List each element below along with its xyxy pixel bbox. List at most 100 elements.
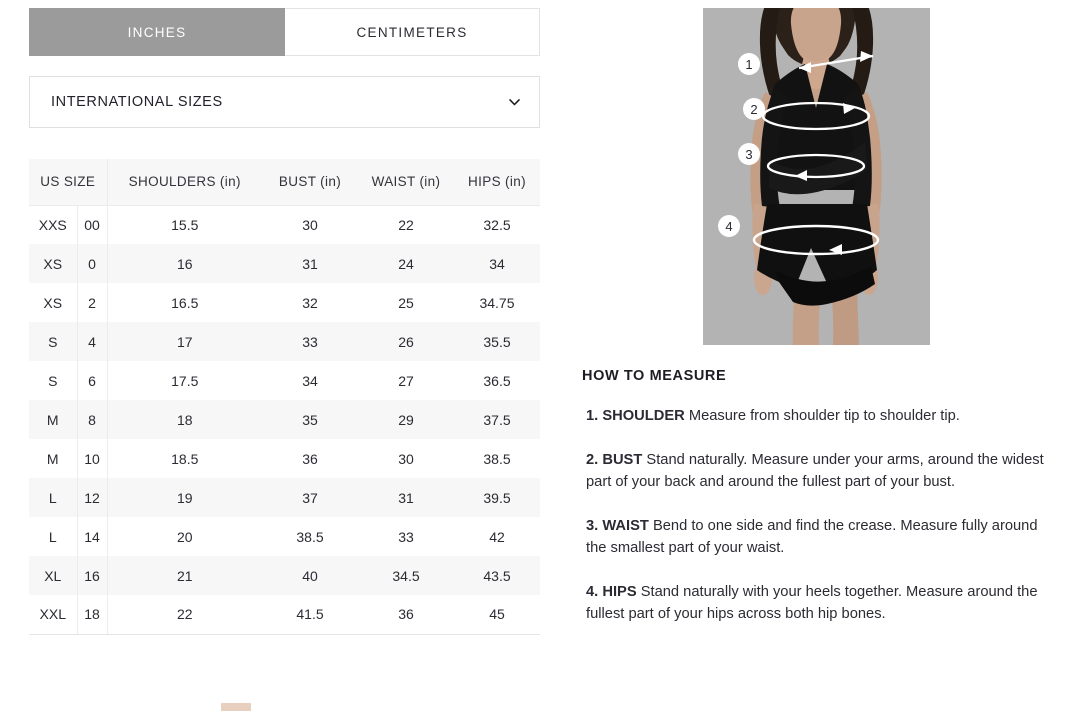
cell-hips: 32.5 [483,216,511,233]
cell-hips: 38.5 [483,450,511,467]
cell-us-alpha: M [29,439,78,478]
cell-bust: 37 [302,489,318,506]
measure-instruction: 4. HIPS Stand naturally with your heels … [582,581,1052,626]
cell-bust: 32 [302,294,318,311]
cell-us-alpha: L [29,517,78,556]
bottom-product-image-sliver-right [256,703,289,711]
tab-inches-label: INCHES [127,24,187,40]
tab-centimeters[interactable]: CENTIMETERS [285,8,540,56]
cell-us-alpha: M [29,400,78,439]
column-header-shoulders: SHOULDERS (in) [107,159,262,206]
cell-waist: 27 [398,372,414,389]
cell-hips: 34.75 [479,294,515,311]
cell-shoulders: 18 [176,411,193,428]
cell-shoulders: 22 [107,595,262,635]
cell-bust: 38.5 [296,528,324,545]
cell-shoulders: 19 [176,489,193,506]
table-row: M 8 18 35 29 37.5 [29,400,540,439]
bottom-product-image-sliver-left [221,703,251,711]
table-row: L 14 20 38.5 33 42 [29,517,540,556]
column-header-waist: WAIST (in) [358,159,454,206]
cell-waist: 25 [398,294,414,311]
cell-us-numeric: 4 [77,322,108,361]
cell-hips: 43.5 [483,567,511,584]
cell-hips: 37.5 [483,411,511,428]
cell-waist: 34.5 [392,567,420,584]
size-chart-panel: INCHES CENTIMETERS INTERNATIONAL SIZES U… [29,8,540,635]
cell-bust: 33 [302,333,318,350]
cell-waist: 30 [398,450,414,467]
cell-us-numeric: 14 [77,517,108,556]
measure-instruction-number: 2. [586,451,599,468]
cell-us-numeric: 18 [77,595,108,635]
cell-us-alpha: S [29,322,78,361]
column-header-us-size: US SIZE [29,159,108,206]
measure-instruction-number: 4. [586,583,599,600]
column-header-bust: BUST (in) [262,159,358,206]
cell-us-alpha: XXL [29,595,78,635]
table-row: XS 2 16.5 32 25 34.75 [29,283,540,322]
measure-instruction-term: BUST [602,451,643,468]
cell-shoulders: 16.5 [171,294,199,311]
size-guide-page: INCHES CENTIMETERS INTERNATIONAL SIZES U… [0,0,1080,711]
cell-hips: 42 [489,528,505,545]
cell-us-numeric: 8 [77,400,108,439]
cell-us-numeric: 12 [77,478,108,517]
cell-waist: 33 [398,528,414,545]
measure-instruction: 2. BUST Stand naturally. Measure under y… [582,449,1052,494]
svg-text:4: 4 [725,219,732,234]
measure-instruction-number: 3. [586,517,599,534]
cell-hips: 34 [489,255,505,272]
table-row: L 12 19 37 31 39.5 [29,478,540,517]
table-row: S 6 17.5 34 27 36.5 [29,361,540,400]
svg-text:3: 3 [745,147,752,162]
size-chart-table: US SIZE SHOULDERS (in) BUST (in) WAIST (… [29,159,540,635]
cell-us-numeric: 0 [77,244,108,283]
tab-centimeters-label: CENTIMETERS [356,24,468,40]
cell-us-alpha: XL [29,556,78,595]
table-row: XXS 00 15.5 30 22 32.5 [29,205,540,244]
cell-waist: 29 [398,411,414,428]
cell-shoulders: 17 [176,333,193,350]
cell-us-numeric: 16 [77,556,108,595]
cell-shoulders: 15.5 [171,216,199,233]
cell-us-alpha: L [29,478,78,517]
cell-us-alpha: XS [29,283,78,322]
measure-instruction-text: Stand naturally with your heels together… [586,583,1038,623]
international-sizes-label: INTERNATIONAL SIZES [51,94,223,110]
table-row: XS 0 16 31 24 34 [29,244,540,283]
cell-waist: 36 [358,595,454,635]
cell-bust: 41.5 [262,595,358,635]
measure-instruction-term: HIPS [602,583,637,600]
unit-tabs: INCHES CENTIMETERS [29,8,540,56]
cell-hips: 35.5 [483,333,511,350]
size-chart-header: US SIZE SHOULDERS (in) BUST (in) WAIST (… [29,159,540,206]
svg-text:2: 2 [750,102,757,117]
cell-shoulders: 16 [176,255,193,272]
measure-instruction-term: SHOULDER [602,408,685,424]
how-to-measure-title: HOW TO MEASURE [582,368,727,384]
table-row: S 4 17 33 26 35.5 [29,322,540,361]
cell-us-numeric: 00 [77,205,108,244]
measure-instruction: 3. WAIST Bend to one side and find the c… [582,515,1052,560]
cell-bust: 34 [302,372,318,389]
cell-shoulders: 21 [176,567,193,584]
measure-instruction-term: WAIST [602,517,649,534]
cell-hips: 36.5 [483,372,511,389]
international-sizes-dropdown[interactable]: INTERNATIONAL SIZES [29,76,540,128]
table-row: M 10 18.5 36 30 38.5 [29,439,540,478]
measure-instruction: 1. SHOULDER Measure from shoulder tip to… [582,405,1052,428]
cell-waist: 24 [398,255,414,272]
table-row: XL 16 21 40 34.5 43.5 [29,556,540,595]
cell-us-numeric: 10 [77,439,108,478]
table-header-row: US SIZE SHOULDERS (in) BUST (in) WAIST (… [29,159,540,206]
cell-bust: 36 [302,450,318,467]
model-measurement-photo: 1 2 3 4 [703,8,930,345]
cell-bust: 31 [302,255,318,272]
cell-bust: 30 [302,216,318,233]
cell-us-alpha: XS [29,244,78,283]
measure-instruction-text: Stand naturally. Measure under your arms… [586,451,1044,491]
tab-inches[interactable]: INCHES [29,8,285,56]
cell-hips: 45 [454,595,540,635]
cell-hips: 39.5 [483,489,511,506]
